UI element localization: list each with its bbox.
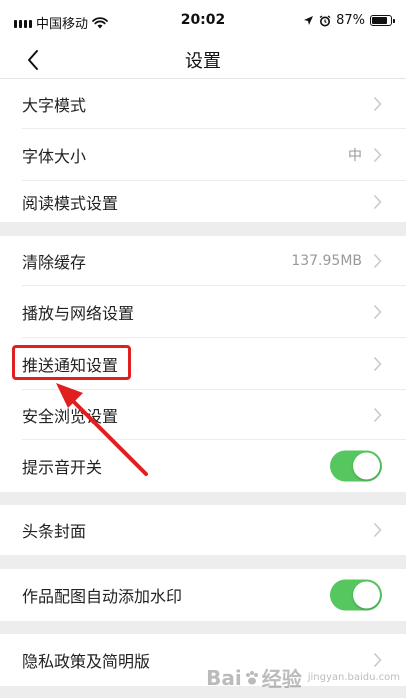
watermark-toggle-switch[interactable] xyxy=(330,579,382,611)
watermark-logo: Bai 经验 jingyan.baidu.com xyxy=(206,663,400,692)
chevron-right-icon xyxy=(373,407,382,423)
chevron-right-icon xyxy=(373,253,382,269)
annotation-highlight-box xyxy=(12,345,131,380)
chevron-right-icon xyxy=(373,96,382,112)
settings-item-safe-browsing[interactable]: 安全浏览设置 xyxy=(0,390,406,440)
settings-item-clear-cache[interactable]: 清除缓存 137.95MB xyxy=(0,236,406,286)
chevron-right-icon xyxy=(373,147,382,163)
location-arrow-icon xyxy=(304,16,314,25)
settings-item-label: 头条封面 xyxy=(22,522,87,541)
cache-size-value: 137.95MB xyxy=(291,253,362,269)
battery-icon xyxy=(370,15,395,26)
status-bar: 中国移动 20:02 87% xyxy=(0,0,406,44)
chevron-right-icon xyxy=(373,522,382,538)
settings-item-watermark-toggle: 作品配图自动添加水印 xyxy=(0,569,406,621)
settings-item-label: 播放与网络设置 xyxy=(22,304,135,323)
chevron-right-icon xyxy=(373,356,382,372)
watermark-url: jingyan.baidu.com xyxy=(307,672,400,683)
alarm-icon xyxy=(319,14,331,26)
chevron-right-icon xyxy=(373,304,382,320)
settings-item-playback-network[interactable]: 播放与网络设置 xyxy=(0,286,406,338)
sound-toggle-switch[interactable] xyxy=(330,450,382,482)
settings-item-font-size[interactable]: 字体大小 中 xyxy=(0,129,406,181)
settings-item-label: 大字模式 xyxy=(22,96,87,115)
watermark-brand-tail: 经验 xyxy=(261,667,302,691)
paw-icon xyxy=(245,670,258,684)
settings-item-label: 字体大小 xyxy=(22,147,87,166)
settings-item-label: 作品配图自动添加水印 xyxy=(22,587,183,606)
watermark-brand: Bai xyxy=(206,665,242,690)
settings-item-label: 清除缓存 xyxy=(22,253,87,272)
nav-bar: 设置 xyxy=(0,44,406,79)
battery-percent: 87% xyxy=(336,13,365,28)
settings-item-sound-toggle: 提示音开关 xyxy=(0,440,406,492)
status-right: 87% xyxy=(303,13,395,28)
settings-item-value: 中 xyxy=(348,148,362,164)
settings-item-headline-cover[interactable]: 头条封面 xyxy=(0,505,406,555)
settings-item-reading-mode[interactable]: 阅读模式设置 xyxy=(0,181,406,222)
chevron-right-icon xyxy=(373,194,382,209)
settings-item-label: 安全浏览设置 xyxy=(22,407,119,426)
page-title: 设置 xyxy=(185,51,221,72)
settings-item-label: 隐私政策及简明版 xyxy=(22,652,151,671)
settings-item-large-font[interactable]: 大字模式 xyxy=(0,79,406,129)
settings-item-label: 提示音开关 xyxy=(22,458,103,477)
settings-item-label: 阅读模式设置 xyxy=(22,193,119,213)
